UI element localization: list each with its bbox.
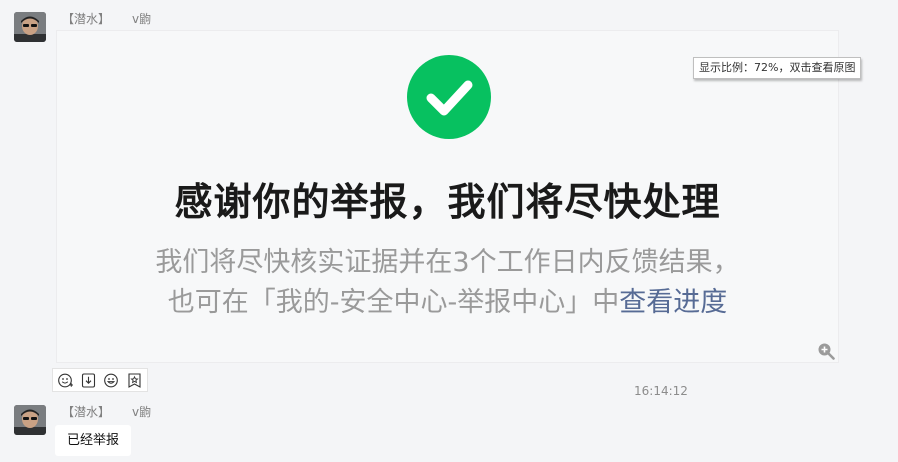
- avatar[interactable]: [14, 12, 46, 42]
- favorite-icon[interactable]: [126, 372, 143, 389]
- report-subtext-prefix: 也可在「我的-安全中心-举报中心」中: [167, 287, 620, 318]
- image-toolbar: [52, 368, 148, 392]
- emoji-add-icon[interactable]: [103, 372, 120, 389]
- report-headline: 感谢你的举报，我们将尽快处理: [174, 180, 721, 224]
- avatar[interactable]: [14, 405, 46, 435]
- sender-info: 【潜水】 v鼩: [62, 403, 151, 420]
- message-bubble[interactable]: 已经举报: [55, 425, 132, 456]
- sender-info: 【潜水】 v鼩: [62, 10, 151, 27]
- report-subtext-line2: 也可在「我的-安全中心-举报中心」中查看进度: [57, 280, 838, 319]
- report-subtext-line1: 我们将尽快核实证据并在3个工作日内反馈结果，: [155, 247, 740, 278]
- zoom-ratio-tooltip: 显示比例：72%，双击查看原图: [693, 57, 862, 79]
- message-timestamp: 16:14:12: [634, 384, 688, 398]
- zoom-in-icon[interactable]: [817, 342, 835, 360]
- member-tag: 【潜水】: [62, 405, 111, 419]
- success-check-icon: [407, 55, 491, 139]
- emoji-reply-icon[interactable]: [57, 372, 74, 389]
- sender-name[interactable]: v鼩: [132, 12, 151, 26]
- message-image[interactable]: 感谢你的举报，我们将尽快处理 我们将尽快核实证据并在3个工作日内反馈结果， 也可…: [56, 30, 839, 363]
- member-tag: 【潜水】: [62, 12, 111, 26]
- view-progress-link: 查看进度: [619, 287, 728, 318]
- download-icon[interactable]: [80, 372, 97, 389]
- sender-name[interactable]: v鼩: [132, 405, 151, 419]
